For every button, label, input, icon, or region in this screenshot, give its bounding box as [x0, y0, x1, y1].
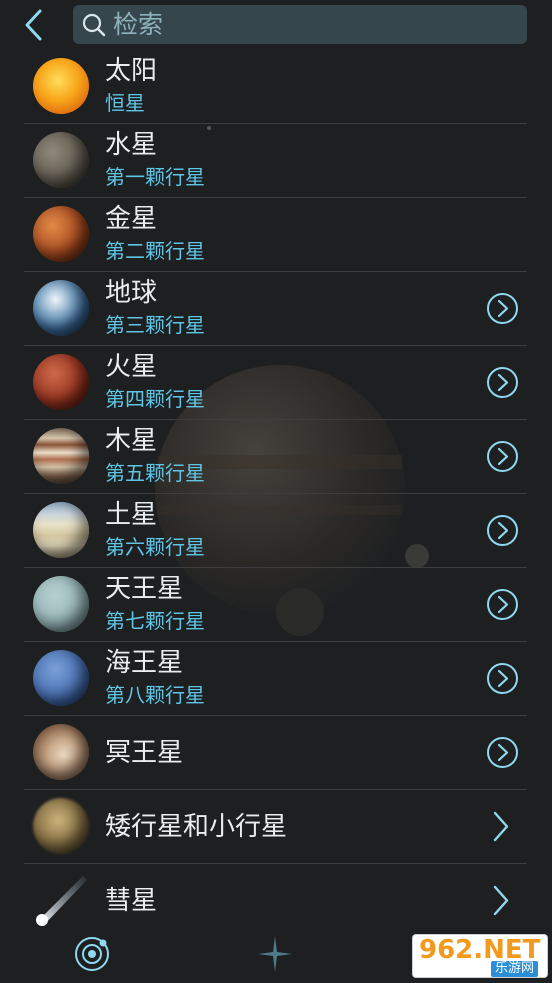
item-name: 冥王星	[105, 738, 184, 768]
item-subtitle: 第六颗行星	[105, 535, 205, 559]
chevron-right-icon[interactable]	[490, 884, 512, 917]
list-item-venus[interactable]: 金星 第二颗行星	[24, 198, 527, 272]
list-item-neptune[interactable]: 海王星 第八颗行星	[24, 642, 527, 716]
detail-chevron-icon[interactable]	[486, 588, 519, 621]
item-subtitle: 第三颗行星	[105, 313, 205, 337]
search-input[interactable]	[113, 5, 513, 44]
list-item-pluto[interactable]: 冥王星	[24, 716, 527, 790]
detail-chevron-icon[interactable]	[486, 514, 519, 547]
list-item-earth[interactable]: 地球 第三颗行星	[24, 272, 527, 346]
site-watermark: 962.NET 乐游网	[412, 934, 548, 978]
list-item-dwarf-planets[interactable]: 矮行星和小行星	[24, 790, 527, 864]
item-subtitle: 第二颗行星	[105, 239, 205, 263]
detail-chevron-icon[interactable]	[486, 440, 519, 473]
search-box[interactable]	[73, 5, 527, 44]
item-name: 木星	[105, 426, 158, 456]
item-name: 火星	[105, 352, 158, 382]
detail-chevron-icon[interactable]	[486, 736, 519, 769]
top-bar	[0, 0, 552, 50]
item-subtitle: 恒星	[105, 91, 145, 115]
venus-icon	[33, 206, 89, 262]
detail-chevron-icon[interactable]	[486, 662, 519, 695]
list-item-uranus[interactable]: 天王星 第七颗行星	[24, 568, 527, 642]
sun-icon	[33, 58, 89, 114]
list-item-jupiter[interactable]: 木星 第五颗行星	[24, 420, 527, 494]
chevron-right-icon[interactable]	[490, 810, 512, 843]
item-subtitle: 第五颗行星	[105, 461, 205, 485]
item-subtitle: 第七颗行星	[105, 609, 205, 633]
item-subtitle: 第八颗行星	[105, 683, 205, 707]
uranus-icon	[33, 576, 89, 632]
back-arrow-icon[interactable]	[20, 6, 54, 44]
pluto-icon	[33, 724, 89, 780]
item-subtitle: 第四颗行星	[105, 387, 205, 411]
item-subtitle: 第一颗行星	[105, 165, 205, 189]
item-name: 海王星	[105, 648, 184, 678]
list-item-saturn[interactable]: 土星 第六颗行星	[24, 494, 527, 568]
detail-chevron-icon[interactable]	[486, 292, 519, 325]
list-item-mars[interactable]: 火星 第四颗行星	[24, 346, 527, 420]
watermark-subtext: 乐游网	[491, 961, 539, 977]
detail-chevron-icon[interactable]	[486, 366, 519, 399]
star-icon[interactable]	[256, 934, 294, 974]
jupiter-icon	[33, 428, 89, 484]
comet-icon	[36, 876, 87, 926]
item-name: 地球	[105, 278, 158, 308]
item-name: 矮行星和小行星	[105, 812, 288, 842]
neptune-icon	[33, 650, 89, 706]
item-name: 土星	[105, 500, 158, 530]
item-name: 天王星	[105, 574, 184, 604]
earth-icon	[33, 280, 89, 336]
list-item-mercury[interactable]: 水星 第一颗行星	[24, 124, 527, 198]
list-item-sun[interactable]: 太阳 恒星	[24, 50, 527, 124]
mercury-icon	[33, 132, 89, 188]
item-name: 金星	[105, 204, 158, 234]
saturn-icon	[33, 502, 89, 558]
item-name: 水星	[105, 130, 158, 160]
dwarf-planet-icon	[33, 798, 89, 854]
search-icon	[82, 13, 106, 37]
orbit-icon[interactable]	[72, 934, 112, 974]
item-name: 太阳	[105, 56, 158, 86]
item-name: 彗星	[105, 886, 158, 916]
celestial-body-list: 太阳 恒星 水星 第一颗行星 金星 第二颗行星 地球 第三颗行星 火星 第四颗行…	[24, 50, 527, 937]
mars-icon	[33, 354, 89, 410]
